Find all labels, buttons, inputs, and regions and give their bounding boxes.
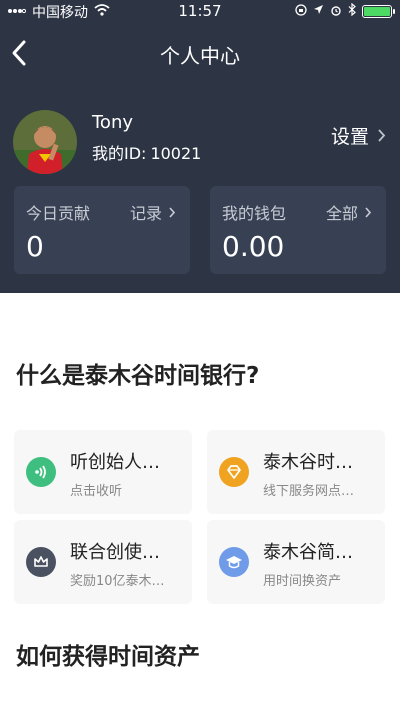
location-icon bbox=[313, 4, 324, 18]
chevron-right-icon bbox=[378, 129, 386, 142]
wallet-card: 我的钱包 全部 0.00 bbox=[210, 186, 386, 274]
tile-title: 泰木谷简… bbox=[263, 542, 353, 563]
wallet-all-link[interactable]: 全部 bbox=[326, 200, 372, 224]
settings-label: 设置 bbox=[330, 126, 369, 148]
username: Tony bbox=[92, 112, 134, 133]
section-title-how-to-earn: 如何获得时间资产 bbox=[16, 644, 200, 670]
audio-icon bbox=[26, 457, 56, 487]
profile-row: Tony 我的ID: 10021 设置 bbox=[0, 100, 400, 180]
wallet-label: 我的钱包 bbox=[222, 204, 287, 223]
user-id-label: 我的ID: bbox=[92, 144, 147, 163]
records-link-label: 记录 bbox=[129, 204, 162, 223]
bluetooth-icon bbox=[348, 2, 356, 19]
user-id: 我的ID: 10021 bbox=[92, 140, 201, 164]
rotation-lock-icon bbox=[295, 3, 307, 19]
user-id-value: 10021 bbox=[150, 144, 202, 163]
wallet-value: 0.00 bbox=[222, 230, 285, 263]
tile-title: 泰木谷时… bbox=[263, 452, 353, 473]
tile-title: 联合创使… bbox=[70, 542, 160, 563]
tile-subtitle: 点击收听 bbox=[70, 484, 123, 499]
status-bar: 中国移动 11:57 bbox=[0, 0, 400, 22]
graduation-cap-icon bbox=[219, 547, 249, 577]
chevron-right-icon bbox=[169, 206, 176, 218]
page-title: 个人中心 bbox=[160, 44, 240, 68]
alarm-icon bbox=[330, 4, 342, 19]
chevron-right-icon bbox=[365, 206, 372, 218]
tile-co-founder[interactable]: 联合创使… 奖励10亿泰木… bbox=[14, 520, 192, 604]
battery-icon bbox=[362, 4, 395, 18]
contribution-label: 今日贡献 bbox=[26, 204, 91, 223]
tile-subtitle: 线下服务网点… bbox=[263, 484, 355, 499]
contribution-value: 0 bbox=[26, 230, 44, 263]
diamond-icon bbox=[219, 457, 249, 487]
contribution-card: 今日贡献 记录 0 bbox=[14, 186, 190, 274]
section-title-what-is: 什么是泰木谷时间银行? bbox=[16, 363, 260, 389]
avatar[interactable] bbox=[13, 110, 77, 174]
records-link[interactable]: 记录 bbox=[130, 200, 176, 224]
tile-founder-audio[interactable]: 听创始人… 点击收听 bbox=[14, 430, 192, 514]
crown-icon bbox=[26, 547, 56, 577]
settings-button[interactable]: 设置 bbox=[331, 122, 386, 149]
tile-subtitle: 奖励10亿泰木… bbox=[70, 574, 165, 589]
wallet-all-label: 全部 bbox=[325, 204, 358, 223]
tile-subtitle: 用时间换资产 bbox=[263, 574, 342, 589]
tile-introduction[interactable]: 泰木谷简… 用时间换资产 bbox=[207, 520, 385, 604]
tile-title: 听创始人… bbox=[70, 452, 160, 473]
nav-bar: 个人中心 bbox=[0, 30, 400, 78]
profile-header: 中国移动 11:57 个人中心 Tony 我的ID: 10021 设置 今日贡献… bbox=[0, 0, 400, 293]
tile-service-points[interactable]: 泰木谷时… 线下服务网点… bbox=[207, 430, 385, 514]
